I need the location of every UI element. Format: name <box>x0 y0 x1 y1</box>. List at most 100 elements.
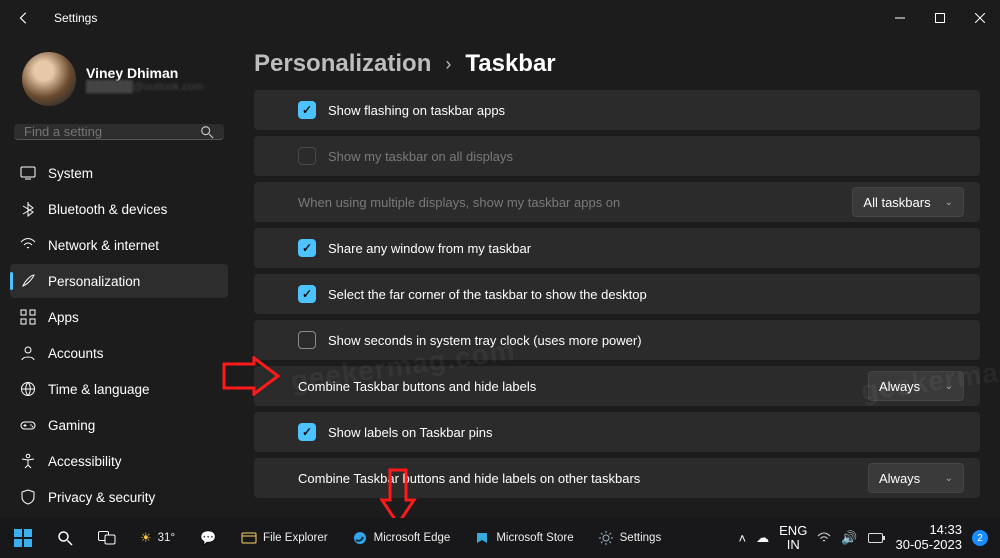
notifications-badge[interactable]: 2 <box>972 530 988 546</box>
checkbox[interactable] <box>298 423 316 441</box>
minimize-button[interactable] <box>880 0 920 36</box>
weather-widget[interactable]: ☀ 31° <box>132 523 183 553</box>
taskbar-chat-button[interactable]: 💬 <box>191 523 225 553</box>
titlebar: Settings <box>0 0 1000 36</box>
nav-list: System Bluetooth & devices Network & inter… <box>10 156 228 550</box>
search-box[interactable] <box>14 124 224 140</box>
brush-icon <box>20 273 36 289</box>
person-icon <box>20 345 36 361</box>
setting-label: Combine Taskbar buttons and hide labels <box>298 379 856 394</box>
app-icon <box>474 530 490 546</box>
sidebar-item-personalization[interactable]: Personalization <box>10 264 228 298</box>
taskbar-clock[interactable]: 14:33 30-05-2023 <box>896 523 963 553</box>
apps-icon <box>20 309 36 325</box>
tray-chevron-icon[interactable]: ˄ <box>739 531 747 546</box>
checkbox <box>298 147 316 165</box>
taskview-button[interactable] <box>90 523 124 553</box>
search-icon <box>200 125 214 139</box>
globe-icon <box>20 381 36 397</box>
shield-icon <box>20 489 36 505</box>
gamepad-icon <box>20 417 36 433</box>
setting-label: Show my taskbar on all displays <box>328 149 964 164</box>
setting-row[interactable]: Select the far corner of the taskbar to … <box>254 274 980 314</box>
sidebar-item-label: Apps <box>48 310 79 325</box>
setting-row: Show my taskbar on all displays <box>254 136 980 176</box>
app-icon <box>352 530 368 546</box>
chevron-down-icon: ⌄ <box>945 473 953 484</box>
taskbar-search-button[interactable] <box>48 523 82 553</box>
system-icon <box>20 165 36 181</box>
setting-row[interactable]: Combine Taskbar buttons and hide labels A… <box>254 366 980 406</box>
chevron-down-icon: ⌄ <box>945 197 953 208</box>
setting-row[interactable]: Combine Taskbar buttons and hide labels … <box>254 458 980 498</box>
sidebar-item-accessibility[interactable]: Accessibility <box>10 444 228 478</box>
sidebar-item-gaming[interactable]: Gaming <box>10 408 228 442</box>
bluetooth-icon <box>20 201 36 217</box>
back-button[interactable] <box>10 0 38 36</box>
sidebar-item-label: Accounts <box>48 346 104 361</box>
wifi-tray-icon[interactable] <box>817 532 831 544</box>
app-icon <box>598 530 614 546</box>
os-taskbar: ☀ 31° 💬 File Explorer Microsoft EdgeMicro… <box>0 518 1000 558</box>
sidebar-item-label: System <box>48 166 93 181</box>
sidebar-item-system[interactable]: System <box>10 156 228 190</box>
setting-row[interactable]: Show seconds in system tray clock (uses … <box>254 320 980 360</box>
breadcrumb-parent[interactable]: Personalization <box>254 50 431 78</box>
sidebar-item-label: Privacy & security <box>48 490 155 505</box>
close-button[interactable] <box>960 0 1000 36</box>
sidebar-item-label: Accessibility <box>48 454 122 469</box>
setting-row[interactable]: Show labels on Taskbar pins <box>254 412 980 452</box>
search-input[interactable] <box>24 124 200 139</box>
taskbar-app-microsoft-store[interactable]: Microsoft Store <box>466 523 581 553</box>
checkbox[interactable] <box>298 101 316 119</box>
checkbox[interactable] <box>298 239 316 257</box>
maximize-button[interactable] <box>920 0 960 36</box>
chevron-down-icon: ⌄ <box>945 381 953 392</box>
profile-card[interactable]: Viney Dhiman ██████@outlook.com <box>10 36 228 120</box>
setting-label: Combine Taskbar buttons and hide labels … <box>298 471 856 486</box>
breadcrumb: Personalization › Taskbar <box>254 50 980 78</box>
onedrive-icon[interactable]: ☁ <box>756 530 769 546</box>
sidebar-item-label: Personalization <box>48 274 140 289</box>
setting-row[interactable]: Share any window from my taskbar <box>254 228 980 268</box>
sidebar-item-time-language[interactable]: Time & language <box>10 372 228 406</box>
profile-name: Viney Dhiman <box>86 65 203 81</box>
setting-label: Show seconds in system tray clock (uses … <box>328 333 964 348</box>
app-icon <box>241 530 257 546</box>
content-pane: Personalization › Taskbar Show flashing … <box>238 36 1000 518</box>
setting-label: Select the far corner of the taskbar to … <box>328 287 964 302</box>
sidebar-item-privacy-security[interactable]: Privacy & security <box>10 480 228 514</box>
dropdown[interactable]: All taskbars⌄ <box>852 187 964 217</box>
dropdown[interactable]: Always⌄ <box>868 463 964 493</box>
setting-row[interactable]: When using multiple displays, show my ta… <box>254 182 980 222</box>
window-title: Settings <box>54 11 97 25</box>
sidebar-item-label: Bluetooth & devices <box>48 202 167 217</box>
sidebar-item-apps[interactable]: Apps <box>10 300 228 334</box>
start-button[interactable] <box>6 523 40 553</box>
sun-icon: ☀ <box>140 530 152 546</box>
setting-row[interactable]: Show flashing on taskbar apps <box>254 90 980 130</box>
sidebar-item-bluetooth-devices[interactable]: Bluetooth & devices <box>10 192 228 226</box>
taskbar-app-microsoft-edge[interactable]: Microsoft Edge <box>344 523 459 553</box>
battery-icon[interactable] <box>868 533 886 543</box>
sidebar-item-network-internet[interactable]: Network & internet <box>10 228 228 262</box>
sidebar-item-label: Network & internet <box>48 238 159 253</box>
setting-label: Show labels on Taskbar pins <box>328 425 964 440</box>
setting-label: Show flashing on taskbar apps <box>328 103 964 118</box>
sidebar-item-label: Gaming <box>48 418 95 433</box>
taskbar-app-settings[interactable]: Settings <box>590 523 670 553</box>
taskbar-app-file-explorer[interactable]: File Explorer <box>233 523 336 553</box>
system-tray[interactable]: ˄ ☁ ENG IN 🔊 <box>739 524 886 551</box>
settings-panel: Show flashing on taskbar apps Show my tas… <box>254 90 980 498</box>
sidebar: Viney Dhiman ██████@outlook.com System Bl… <box>0 36 238 518</box>
volume-icon[interactable]: 🔊 <box>841 530 857 546</box>
setting-label: When using multiple displays, show my ta… <box>298 195 840 210</box>
sidebar-item-accounts[interactable]: Accounts <box>10 336 228 370</box>
checkbox[interactable] <box>298 285 316 303</box>
setting-label: Share any window from my taskbar <box>328 241 964 256</box>
dropdown[interactable]: Always⌄ <box>868 371 964 401</box>
breadcrumb-current: Taskbar <box>465 50 555 78</box>
profile-email: ██████@outlook.com <box>86 81 203 93</box>
checkbox[interactable] <box>298 331 316 349</box>
avatar <box>22 52 76 106</box>
